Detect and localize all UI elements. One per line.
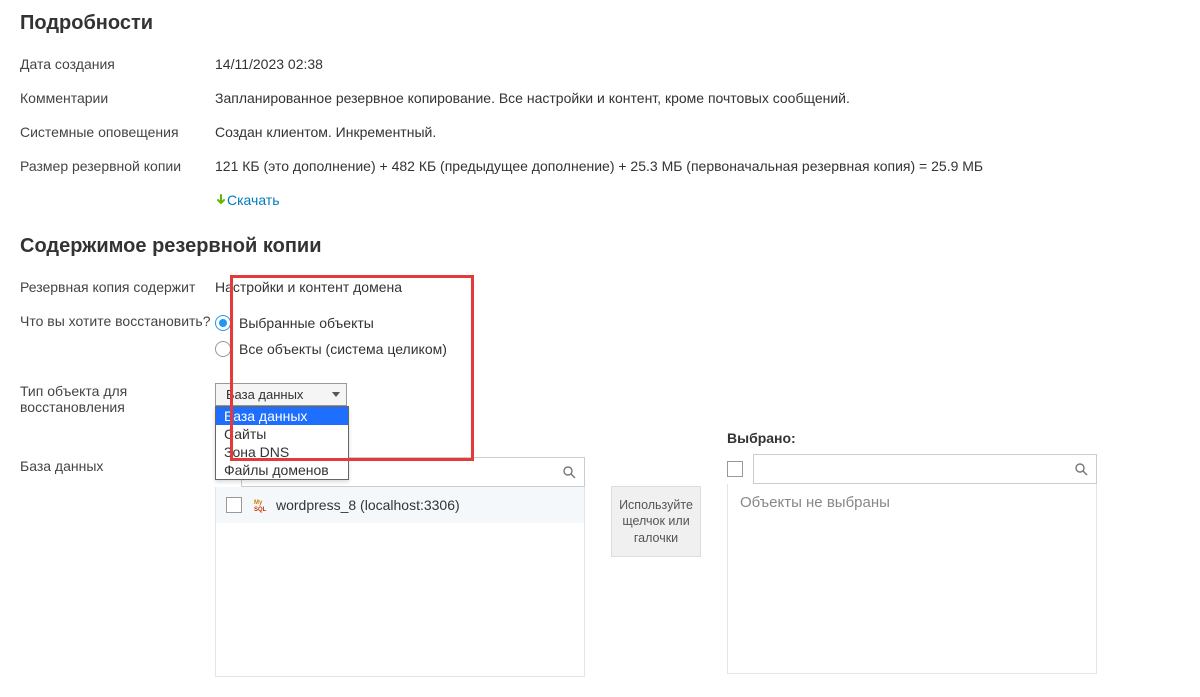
chevron-down-icon xyxy=(332,392,340,397)
radio-icon xyxy=(215,341,231,357)
created-value: 14/11/2023 02:38 xyxy=(215,56,1180,72)
download-label: Скачать xyxy=(227,192,280,208)
content-heading: Содержимое резервной копии xyxy=(20,235,1180,258)
radio-icon xyxy=(215,315,231,331)
radio-option-all[interactable]: Все объекты (система целиком) xyxy=(215,339,1180,365)
search-icon xyxy=(562,465,576,479)
search-icon xyxy=(1074,462,1088,476)
object-type-select[interactable]: База данных База данных Сайты Зона DNS Ф… xyxy=(215,383,347,406)
system-value: Создан клиентом. Инкрементный. xyxy=(215,124,1180,140)
right-search-field[interactable] xyxy=(762,460,1074,478)
mysql-icon: My SQL xyxy=(254,497,270,513)
list-item[interactable]: My SQL wordpress_8 (localhost:3306) xyxy=(216,487,584,523)
selected-all-checkbox[interactable] xyxy=(727,461,743,477)
comments-value: Запланированное резервное копирование. В… xyxy=(215,90,1180,106)
download-arrow-icon xyxy=(215,194,227,206)
details-heading: Подробности xyxy=(20,12,1180,35)
list-item-label: wordpress_8 (localhost:3306) xyxy=(276,497,460,513)
dropdown-item-database[interactable]: База данных xyxy=(216,407,348,425)
item-checkbox[interactable] xyxy=(226,497,242,513)
right-search-input[interactable] xyxy=(753,454,1097,484)
contains-label: Резервная копия содержит xyxy=(20,279,215,295)
radio-selected-label: Выбранные объекты xyxy=(239,315,374,331)
type-label: Тип объекта для восстановления xyxy=(20,383,215,415)
dropdown-item-sites[interactable]: Сайты xyxy=(216,425,348,443)
object-type-dropdown: База данных Сайты Зона DNS Файлы доменов xyxy=(215,406,349,480)
db-label: База данных xyxy=(20,430,215,474)
dropdown-item-domain-files[interactable]: Файлы доменов xyxy=(216,461,348,479)
size-value: 121 КБ (это дополнение) + 482 КБ (предыд… xyxy=(215,158,1180,174)
radio-all-label: Все объекты (система целиком) xyxy=(239,341,447,357)
select-value: База данных xyxy=(226,387,303,402)
transfer-hint: Используйте щелчок или галочки xyxy=(611,486,701,557)
dropdown-item-dns[interactable]: Зона DNS xyxy=(216,443,348,461)
selected-empty: Объекты не выбраны xyxy=(727,484,1097,674)
radio-option-selected[interactable]: Выбранные объекты xyxy=(215,313,1180,339)
created-label: Дата создания xyxy=(20,56,215,72)
contains-value: Настройки и контент домена xyxy=(215,279,1180,295)
size-label: Размер резервной копии xyxy=(20,158,215,174)
svg-text:SQL: SQL xyxy=(254,507,267,513)
system-label: Системные оповещения xyxy=(20,124,215,140)
svg-text:My: My xyxy=(254,500,263,506)
download-link[interactable]: Скачать xyxy=(215,192,280,208)
comments-label: Комментарии xyxy=(20,90,215,106)
restore-label: Что вы хотите восстановить? xyxy=(20,313,215,329)
selected-heading: Выбрано: xyxy=(727,430,1097,446)
